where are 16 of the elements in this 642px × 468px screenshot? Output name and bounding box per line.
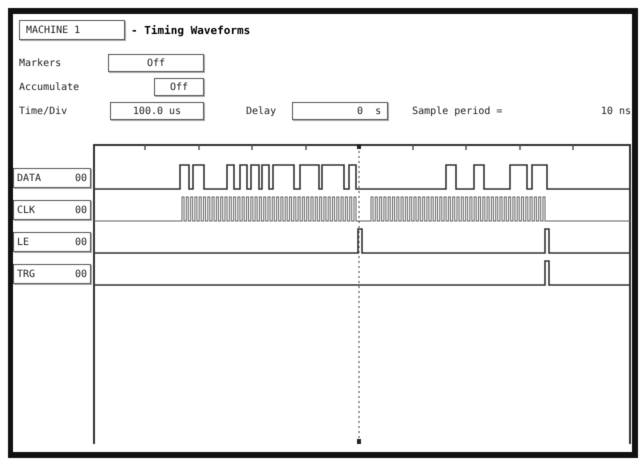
machine-selector[interactable]: MACHINE 1 (19, 20, 125, 40)
sample-period-value: 10 ns (600, 106, 631, 116)
setting-field[interactable]: 100.0 us (110, 102, 204, 120)
channel-label[interactable]: DATA 00 (13, 168, 91, 188)
setting-label: Time/Div (19, 106, 68, 116)
setting-label: Accumulate (19, 82, 80, 92)
screen-title: - Timing Waveforms (131, 24, 250, 36)
sample-period-label: Sample period = (412, 106, 502, 116)
setting-field[interactable]: Off (154, 78, 204, 96)
channel-label[interactable]: TRG 00 (13, 264, 91, 284)
delay-label: Delay (246, 106, 276, 116)
channel-label[interactable]: CLK 00 (13, 200, 91, 220)
delay-field[interactable]: 0 s (292, 102, 388, 120)
setting-field[interactable]: Off (108, 54, 204, 72)
setting-label: Markers (19, 58, 62, 68)
channel-label[interactable]: LE 00 (13, 232, 91, 252)
